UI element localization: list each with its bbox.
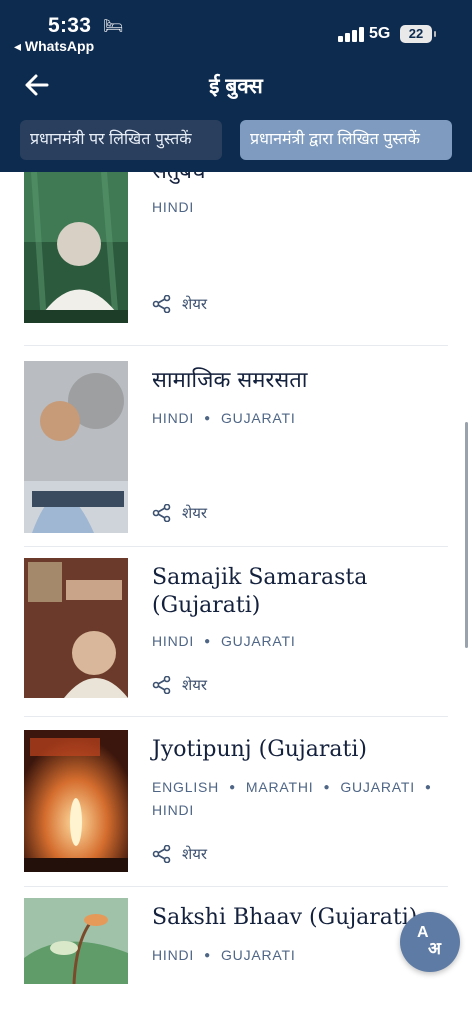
translate-button[interactable]: A अ [400,912,460,972]
share-label: शेयर [182,677,208,694]
book-cover-samajik-samarasta-gujarati[interactable] [24,558,128,698]
language-tag[interactable]: GUJARATI [221,633,296,649]
book-languages: ENGLISH ● MARATHI ● GUJARATI ● HINDI [152,776,452,821]
separator-dot: ● [424,782,432,794]
divider [24,716,448,717]
language-tag[interactable]: ENGLISH [152,779,219,795]
list-item[interactable]: Sakshi Bhaav (Gujarati) HINDI ● GUJARATI [0,898,472,1024]
book-cover-sakshi-bhaav[interactable] [24,898,128,984]
app-header: 5:33 🛏 ◂ WhatsApp 5G 22 ई बुक्स प्रधानमं… [0,0,472,172]
ebook-list: सेतुबंध HINDI शेयर सामाजिक समरसता HINDI ●… [0,172,472,1024]
share-icon [152,504,171,522]
language-tag[interactable]: HINDI [152,802,194,818]
back-to-app-link[interactable]: ◂ WhatsApp [14,38,94,55]
cellular-signal-icon [338,26,364,42]
share-label: शेयर [182,296,208,313]
book-languages: HINDI ● GUJARATI [152,407,452,430]
language-tag[interactable]: MARATHI [246,779,314,795]
separator-dot: ● [204,413,211,425]
translate-icon-devanagari: अ [428,939,441,958]
book-title[interactable]: Samajik Samarasta (Gujarati) [152,564,452,620]
status-time: 5:33 [48,14,92,37]
divider [24,345,448,346]
network-type: 5G [369,25,391,42]
separator-dot: ● [323,782,331,794]
language-tag[interactable]: GUJARATI [221,947,296,963]
tab-books-on-pm[interactable]: प्रधानमंत्री पर लिखित पुस्तकें [20,120,222,160]
language-tag[interactable]: GUJARATI [340,779,415,795]
share-label: शेयर [182,846,208,863]
list-item[interactable]: सेतुबंध HINDI शेयर [0,172,472,338]
share-icon [152,295,171,313]
book-cover-setubandh[interactable] [24,172,128,323]
language-tag[interactable]: HINDI [152,947,194,963]
list-item[interactable]: Jyotipunj (Gujarati) ENGLISH ● MARATHI ● GUJ… [0,730,472,872]
book-languages: HINDI [152,196,452,218]
book-languages: HINDI ● GUJARATI [152,630,452,653]
language-tag[interactable]: HINDI [152,199,194,215]
book-title[interactable]: सामाजिक समरसता [152,367,452,395]
book-title[interactable]: सेतुबंध [152,172,452,186]
book-cover-jyotipunj[interactable] [24,730,128,872]
separator-dot: ● [204,950,211,962]
share-label: शेयर [182,505,208,522]
language-tag[interactable]: HINDI [152,410,194,426]
language-tag[interactable]: GUJARATI [221,410,296,426]
divider [24,546,448,547]
list-item[interactable]: सामाजिक समरसता HINDI ● GUJARATI शेयर [0,361,472,541]
scrollbar[interactable] [465,422,468,648]
share-icon [152,676,171,694]
sleep-focus-icon: 🛏 [103,18,124,35]
separator-dot: ● [229,782,236,794]
share-icon [152,845,171,863]
list-item[interactable]: Samajik Samarasta (Gujarati) HINDI ● GUJAR… [0,558,472,698]
translate-icon-latin: A [417,924,429,941]
separator-dot: ● [204,636,211,648]
status-bar: 5:33 🛏 ◂ WhatsApp 5G 22 [0,0,472,60]
page-title: ई बुक्स [209,75,263,98]
book-cover-samajik-samrasta[interactable] [24,361,128,533]
battery-icon: 22 [400,25,436,43]
book-title[interactable]: Jyotipunj (Gujarati) [152,736,452,764]
tab-books-by-pm[interactable]: प्रधानमंत्री द्वारा लिखित पुस्तकें [240,120,452,160]
divider [24,886,448,887]
language-tag[interactable]: HINDI [152,633,194,649]
